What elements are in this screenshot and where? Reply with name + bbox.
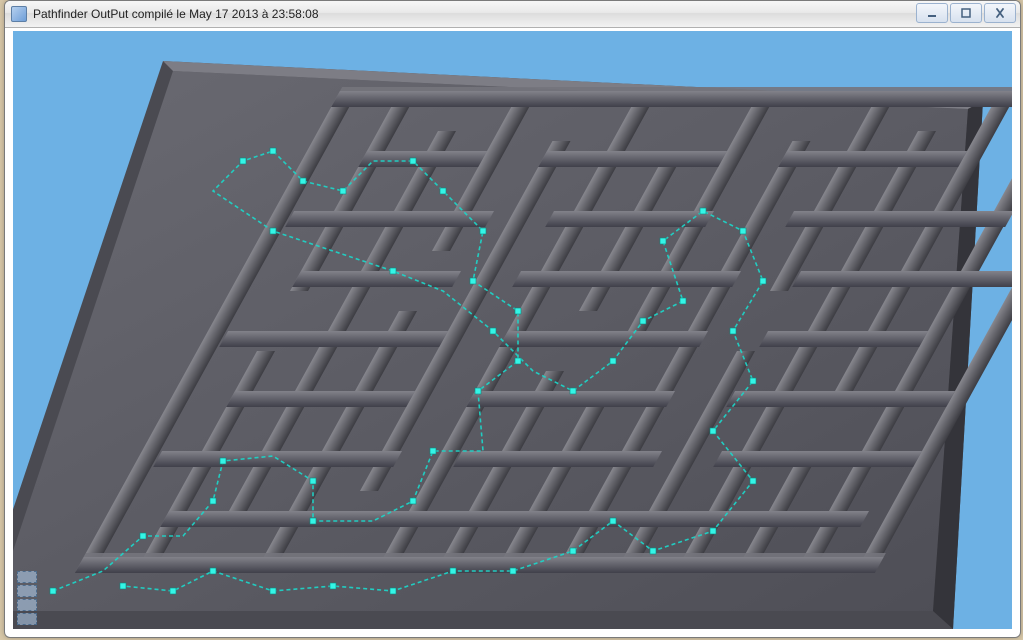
minimize-button[interactable] <box>916 3 948 23</box>
app-icon <box>11 6 27 22</box>
overlay-widget-icon[interactable] <box>17 613 37 625</box>
viewport-3d[interactable] <box>13 31 1012 629</box>
maze-render <box>13 31 1012 629</box>
close-button[interactable] <box>984 3 1016 23</box>
overlay-widget-icon[interactable] <box>17 571 37 583</box>
window-title: Pathfinder OutPut compilé le May 17 2013… <box>33 7 319 21</box>
titlebar[interactable]: Pathfinder OutPut compilé le May 17 2013… <box>5 1 1020 28</box>
application-window: Pathfinder OutPut compilé le May 17 2013… <box>4 0 1021 638</box>
overlay-widget-icon[interactable] <box>17 585 37 597</box>
overlay-widget-icon[interactable] <box>17 599 37 611</box>
maximize-button[interactable] <box>950 3 982 23</box>
viewport-overlay-widgets <box>17 571 37 625</box>
window-controls <box>916 3 1016 23</box>
